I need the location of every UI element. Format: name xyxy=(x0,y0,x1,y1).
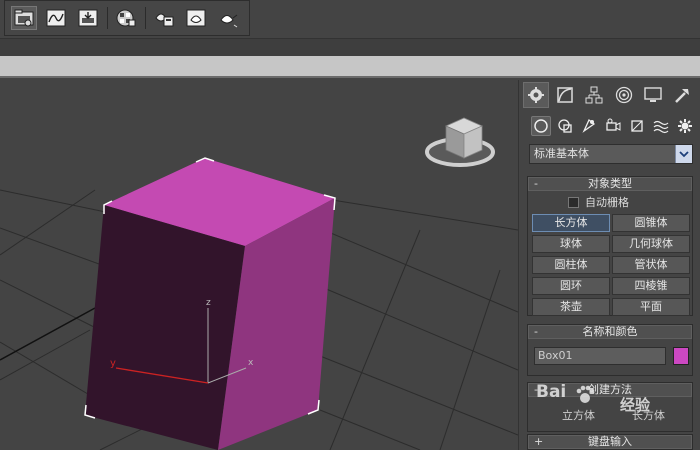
gizmo-x-label: x xyxy=(248,358,254,368)
material-editor-icon[interactable] xyxy=(113,6,139,30)
cube-radio[interactable]: 立方体 xyxy=(562,407,595,423)
render-frame-icon[interactable] xyxy=(183,6,209,30)
helpers-icon[interactable] xyxy=(627,116,647,136)
geometry-type-dropdown[interactable]: 标准基本体 xyxy=(529,144,693,164)
systems-icon[interactable] xyxy=(675,116,695,136)
ribbon-bar xyxy=(0,56,700,78)
torus-button[interactable]: 圆环 xyxy=(532,277,610,295)
expand-sign: + xyxy=(534,435,544,448)
geosphere-button[interactable]: 几何球体 xyxy=(612,235,690,253)
render-teapot-icon[interactable] xyxy=(215,6,241,30)
toolbar-spacer xyxy=(0,38,700,56)
display-tab-icon[interactable] xyxy=(640,82,666,108)
rollout-title: 创建方法 xyxy=(588,383,632,396)
object-name-field[interactable]: Box01 xyxy=(534,347,666,365)
toolbar-group xyxy=(4,0,250,36)
tube-button[interactable]: 管状体 xyxy=(612,256,690,274)
autogrid-label: 自动栅格 xyxy=(585,196,629,209)
rollout-title: 名称和颜色 xyxy=(582,325,638,338)
create-subcategories xyxy=(527,116,697,138)
utilities-tab-icon[interactable] xyxy=(669,82,695,108)
spacewarps-icon[interactable] xyxy=(651,116,671,136)
shapes-icon[interactable] xyxy=(555,116,575,136)
keyboard-entry-rollout: + 键盘输入 xyxy=(527,434,693,450)
box-button[interactable]: 长方体 xyxy=(532,214,610,232)
dropdown-value: 标准基本体 xyxy=(534,147,589,160)
pyramid-button[interactable]: 四棱锥 xyxy=(612,277,690,295)
viewport-scene: z y x xyxy=(0,117,518,450)
render-setup-icon[interactable] xyxy=(151,6,177,30)
creation-method-header[interactable]: - 创建方法 xyxy=(528,383,692,397)
toolbar-separator xyxy=(145,7,146,29)
main-toolbar xyxy=(0,0,700,38)
geometry-icon[interactable] xyxy=(531,116,551,136)
cone-button[interactable]: 圆锥体 xyxy=(612,214,690,232)
world-axis-line xyxy=(0,307,96,361)
perspective-viewport[interactable]: z y x xyxy=(0,80,518,450)
toolbar-separator xyxy=(107,7,108,29)
plane-button[interactable]: 平面 xyxy=(612,298,690,316)
save-render-icon[interactable] xyxy=(75,6,101,30)
modify-tab-icon[interactable] xyxy=(552,82,578,108)
object-type-rollout: - 对象类型 自动栅格 长方体 圆锥体 球体 几何球体 圆柱体 管状体 圆环 四… xyxy=(527,176,693,316)
name-color-header[interactable]: - 名称和颜色 xyxy=(528,325,692,339)
gizmo-z-label: z xyxy=(206,298,211,308)
creation-method-rollout: - 创建方法 立方体 长方体 xyxy=(527,382,693,432)
collapse-sign: - xyxy=(534,177,538,190)
chevron-down-icon[interactable] xyxy=(675,145,692,163)
motion-tab-icon[interactable] xyxy=(611,82,637,108)
teapot-button[interactable]: 茶壶 xyxy=(532,298,610,316)
gizmo-y-label: y xyxy=(110,358,116,369)
object-type-header[interactable]: - 对象类型 xyxy=(528,177,692,191)
create-tab-icon[interactable] xyxy=(523,82,549,108)
sphere-button[interactable]: 球体 xyxy=(532,235,610,253)
cameras-icon[interactable] xyxy=(603,116,623,136)
checkbox-box[interactable] xyxy=(568,197,579,208)
rollout-title: 键盘输入 xyxy=(588,435,632,448)
name-color-rollout: - 名称和颜色 Box01 xyxy=(527,324,693,376)
keyboard-entry-header[interactable]: + 键盘输入 xyxy=(528,435,692,449)
panel-tabs xyxy=(523,82,699,108)
autogrid-checkbox[interactable]: 自动栅格 xyxy=(568,196,688,210)
lights-icon[interactable] xyxy=(579,116,599,136)
cylinder-button[interactable]: 圆柱体 xyxy=(532,256,610,274)
object-color-swatch[interactable] xyxy=(673,347,689,365)
open-scene-icon[interactable] xyxy=(11,6,37,30)
command-panel: 标准基本体 - 对象类型 自动栅格 长方体 圆锥体 球体 几何球体 圆柱体 管状… xyxy=(518,80,700,450)
hierarchy-tab-icon[interactable] xyxy=(581,82,607,108)
viewcube-icon[interactable] xyxy=(425,117,495,167)
collapse-sign: - xyxy=(534,383,538,396)
collapse-sign: - xyxy=(534,325,538,338)
rollout-title: 对象类型 xyxy=(588,177,632,190)
track-view-icon[interactable] xyxy=(43,6,69,30)
box-radio[interactable]: 长方体 xyxy=(632,407,665,423)
max-window: z y x 标准基本体 - 对象类型 自动栅格 长方体 圆锥体 球体 几何球体 … xyxy=(0,0,700,450)
